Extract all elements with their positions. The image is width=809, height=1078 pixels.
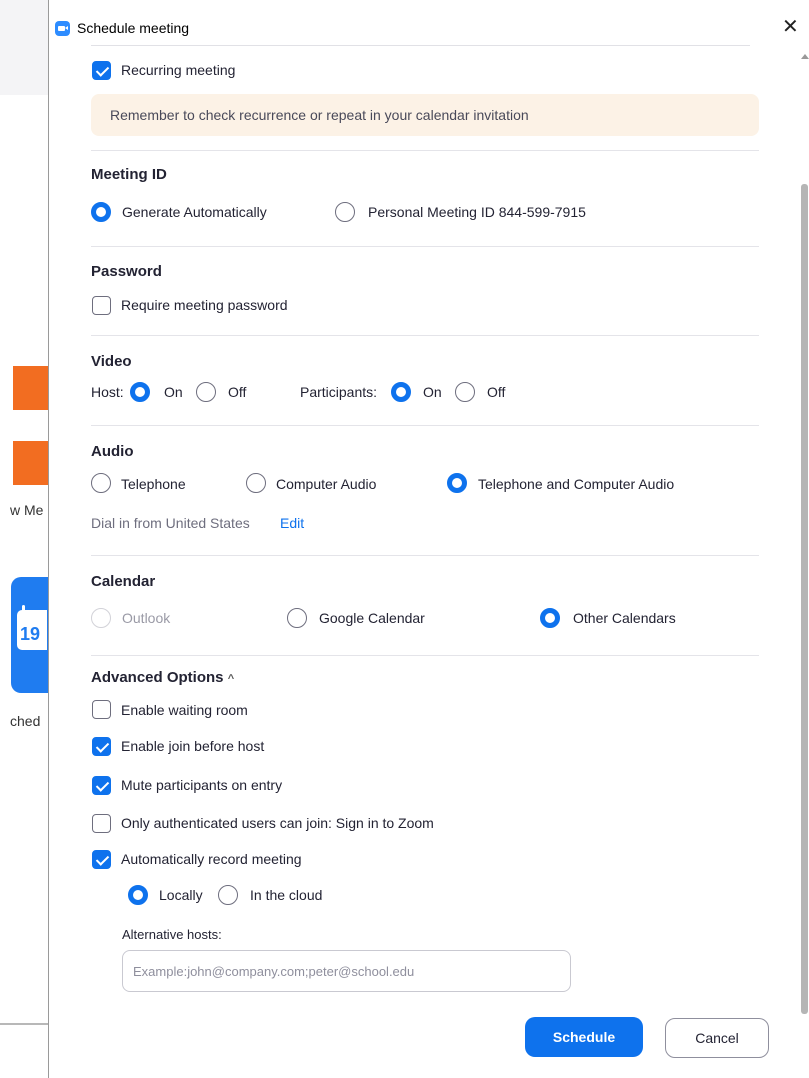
- background-app: w Me 19 ched: [0, 0, 48, 1078]
- require-password-label: Require meeting password: [121, 297, 288, 313]
- host-video-on-label: On: [164, 384, 183, 400]
- divider: [91, 655, 759, 656]
- telephone-radio[interactable]: [91, 473, 111, 493]
- divider: [91, 425, 759, 426]
- advanced-options-label: Advanced Options: [91, 669, 224, 686]
- divider: [91, 246, 759, 247]
- telephone-label: Telephone: [121, 476, 186, 492]
- recurring-meeting-label: Recurring meeting: [121, 62, 236, 78]
- record-locally-radio[interactable]: [128, 885, 148, 905]
- background-orange-button[interactable]: [13, 366, 48, 410]
- generate-automatically-label: Generate Automatically: [122, 204, 267, 220]
- calendar-heading: Calendar: [91, 573, 156, 590]
- video-heading: Video: [91, 353, 132, 370]
- record-cloud-label: In the cloud: [250, 887, 323, 903]
- record-cloud-radio[interactable]: [218, 885, 238, 905]
- scrollbar[interactable]: [799, 50, 809, 1018]
- require-password-checkbox[interactable]: [92, 296, 111, 315]
- host-video-on-radio[interactable]: [130, 382, 150, 402]
- waiting-room-label: Enable waiting room: [121, 702, 248, 718]
- title-bar: Schedule meeting ✕: [49, 0, 809, 44]
- outlook-radio[interactable]: [91, 608, 111, 628]
- scroll-up-icon[interactable]: [799, 50, 809, 62]
- meeting-id-heading: Meeting ID: [91, 166, 167, 183]
- participants-video-off-label: Off: [487, 384, 506, 400]
- divider: [91, 335, 759, 336]
- other-calendars-label: Other Calendars: [573, 610, 676, 626]
- divider: [91, 555, 759, 556]
- mute-on-entry-label: Mute participants on entry: [121, 777, 283, 793]
- computer-audio-label: Computer Audio: [276, 476, 377, 492]
- host-video-off-label: Off: [228, 384, 247, 400]
- background-label: w Me: [10, 502, 44, 518]
- auto-record-label: Automatically record meeting: [121, 851, 302, 867]
- telephone-and-computer-audio-label: Telephone and Computer Audio: [478, 476, 675, 492]
- password-heading: Password: [91, 263, 162, 280]
- background-orange-button-2[interactable]: [13, 441, 48, 485]
- participants-video-off-radio[interactable]: [455, 382, 475, 402]
- personal-meeting-id-label: Personal Meeting ID 844-599-7915: [368, 204, 586, 220]
- join-before-host-label: Enable join before host: [121, 738, 265, 754]
- scrollbar-thumb[interactable]: [801, 184, 808, 1014]
- outlook-label: Outlook: [122, 610, 171, 626]
- auto-record-checkbox[interactable]: [92, 850, 111, 869]
- dial-in-text: Dial in from United States: [91, 515, 250, 531]
- advanced-options-heading[interactable]: Advanced Options ^: [91, 669, 234, 686]
- background-label-2: ched: [10, 713, 41, 729]
- authenticated-users-checkbox[interactable]: [92, 814, 111, 833]
- chevron-up-icon: ^: [227, 673, 235, 685]
- calendar-day: 19: [20, 624, 41, 644]
- recurring-meeting-checkbox[interactable]: [92, 61, 111, 80]
- mute-on-entry-checkbox[interactable]: [92, 776, 111, 795]
- authenticated-users-label: Only authenticated users can join: Sign …: [121, 815, 434, 831]
- record-locally-label: Locally: [159, 887, 203, 903]
- background-divider: [0, 1023, 48, 1025]
- generate-automatically-radio[interactable]: [91, 202, 111, 222]
- zoom-app-icon: [55, 21, 70, 36]
- divider: [91, 150, 759, 151]
- alternative-hosts-label: Alternative hosts:: [122, 927, 222, 942]
- window-title: Schedule meeting: [77, 20, 190, 36]
- waiting-room-checkbox[interactable]: [92, 700, 111, 719]
- close-icon[interactable]: ✕: [782, 16, 799, 38]
- recurrence-notice-text: Remember to check recurrence or repeat i…: [110, 107, 529, 123]
- google-calendar-label: Google Calendar: [319, 610, 425, 626]
- participants-video-on-radio[interactable]: [391, 382, 411, 402]
- telephone-and-computer-audio-radio[interactable]: [447, 473, 467, 493]
- computer-audio-radio[interactable]: [246, 473, 266, 493]
- video-host-label: Host:: [91, 384, 124, 400]
- schedule-meeting-dialog: Schedule meeting ✕ Recurring meeting Rem…: [48, 0, 809, 1078]
- recurrence-notice: Remember to check recurrence or repeat i…: [91, 94, 759, 136]
- audio-heading: Audio: [91, 443, 134, 460]
- other-calendars-radio[interactable]: [540, 608, 560, 628]
- edit-dial-in-link[interactable]: Edit: [280, 515, 304, 531]
- personal-meeting-id-radio[interactable]: [335, 202, 355, 222]
- host-video-off-radio[interactable]: [196, 382, 216, 402]
- participants-video-on-label: On: [423, 384, 442, 400]
- background-gap: [13, 410, 48, 441]
- video-participants-label: Participants:: [300, 384, 378, 400]
- divider: [91, 45, 750, 46]
- join-before-host-checkbox[interactable]: [92, 737, 111, 756]
- alternative-hosts-input[interactable]: [122, 950, 571, 992]
- google-calendar-radio[interactable]: [287, 608, 307, 628]
- calendar-icon: 19: [17, 605, 47, 650]
- cancel-button[interactable]: Cancel: [665, 1018, 769, 1058]
- background-topbar: [0, 0, 48, 95]
- schedule-button[interactable]: Schedule: [525, 1017, 643, 1057]
